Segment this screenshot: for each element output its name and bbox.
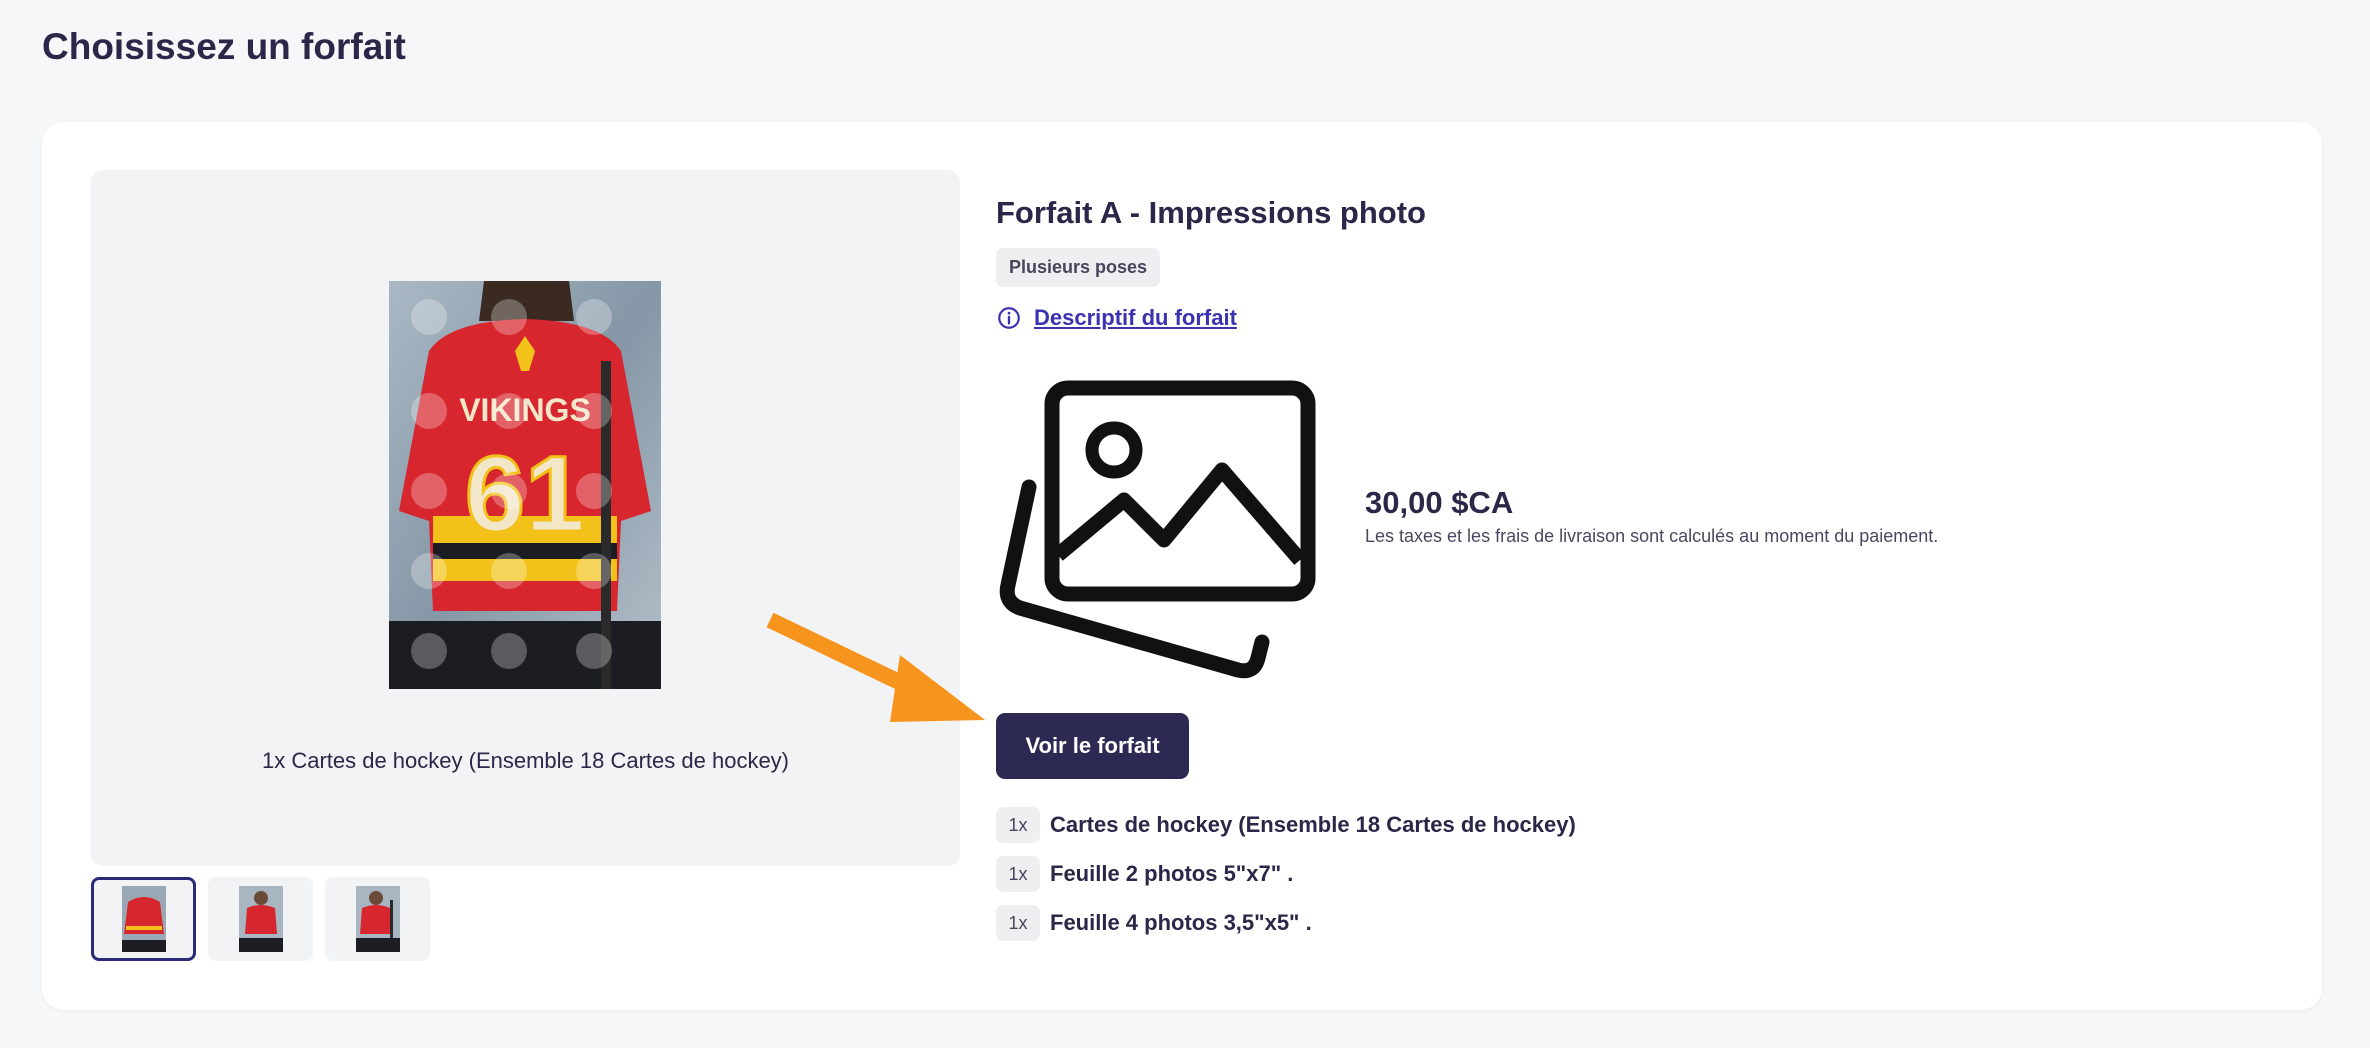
item-quantity: 1x [996,856,1040,892]
product-title: Forfait A - Impressions photo [996,195,1426,230]
item-quantity: 1x [996,905,1040,941]
photo-caption: 1x Cartes de hockey (Ensemble 18 Cartes … [261,748,790,773]
thumbnail-3[interactable] [325,877,430,961]
item-label: Feuille 4 photos 3,5"x5" . [1050,910,1312,935]
package-description-label: Descriptif du forfait [1034,305,1237,330]
list-item: 1x Feuille 2 photos 5"x7" . [996,854,1576,894]
price: 30,00 $CA [1365,485,1514,520]
thumbnail-strip [91,877,430,961]
jersey-back-thumbnail-icon [121,886,166,952]
info-icon [998,307,1020,329]
list-item: 1x Feuille 4 photos 3,5"x5" . [996,903,1576,943]
player-front-thumbnail-icon [238,886,283,952]
price-note: Les taxes et les frais de livraison sont… [1365,526,1939,546]
item-quantity: 1x [996,807,1040,843]
package-items-list: 1x Cartes de hockey (Ensemble 18 Cartes … [996,805,1576,952]
item-label: Feuille 2 photos 5"x7" . [1050,861,1294,886]
player-pose-thumbnail-icon [355,886,400,952]
list-item: 1x Cartes de hockey (Ensemble 18 Cartes … [996,805,1576,845]
view-package-button[interactable]: Voir le forfait [996,713,1189,779]
page-title: Choisissez un forfait [42,26,406,67]
package-description-link[interactable]: Descriptif du forfait [996,305,1237,331]
thumbnail-2[interactable] [208,877,313,961]
thumbnail-1[interactable] [91,877,196,961]
annotation-arrow-icon [766,612,985,722]
poses-badge: Plusieurs poses [996,248,1161,287]
item-label: Cartes de hockey (Ensemble 18 Cartes de … [1050,812,1576,837]
main-photo: VIKINGS 61 [389,281,661,689]
image-icon [999,380,1316,679]
